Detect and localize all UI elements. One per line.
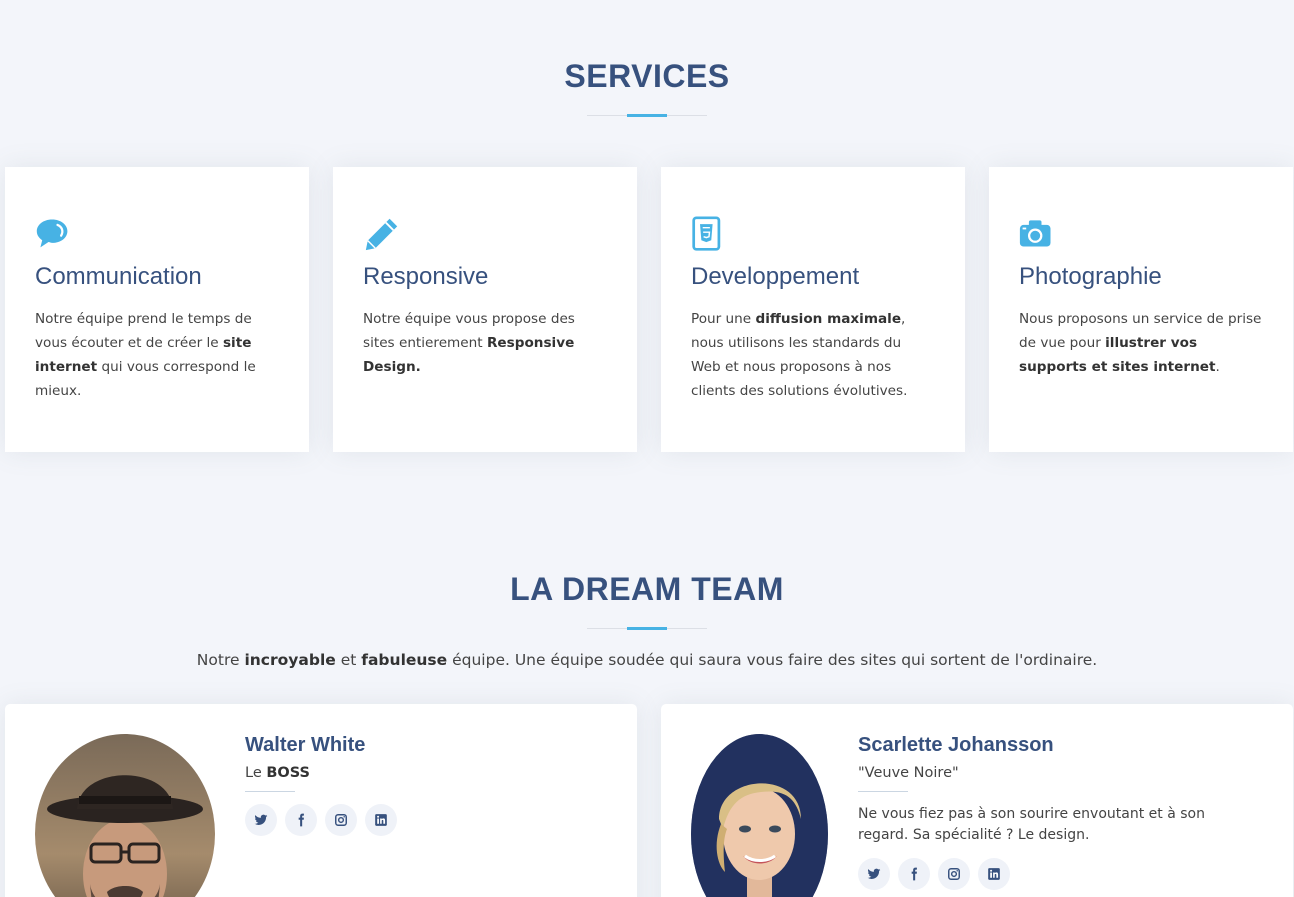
member-card-walter-white: Walter White Le BOSS xyxy=(5,704,637,897)
services-heading: SERVICES xyxy=(564,58,730,94)
team-heading: LA DREAM TEAM xyxy=(510,571,784,607)
service-card-communication: Communication Notre équipe prend le temp… xyxy=(5,167,309,452)
pencil-icon xyxy=(363,215,403,253)
service-description: Notre équipe prend le temps de vous écou… xyxy=(35,310,256,399)
facebook-link[interactable] xyxy=(285,804,317,836)
member-bio: Ne vous fiez pas à son sourire envoutant… xyxy=(858,806,1205,843)
service-title: Communication xyxy=(35,263,202,290)
service-card-developpement: Developpement Pour une diffusion maximal… xyxy=(661,167,965,452)
twitter-icon xyxy=(867,868,881,879)
service-description: Notre équipe vous propose des sites enti… xyxy=(363,310,575,375)
linkedin-link[interactable] xyxy=(365,804,397,836)
service-title: Developpement xyxy=(691,263,860,290)
team-divider xyxy=(587,627,707,630)
member-divider xyxy=(245,791,295,792)
services-divider xyxy=(587,114,707,117)
linkedin-icon xyxy=(375,814,387,826)
service-description: Nous proposons un service de prise de vu… xyxy=(1019,310,1262,375)
avatar xyxy=(691,734,828,897)
member-socials xyxy=(858,858,1258,890)
chat-bubble-icon xyxy=(35,215,75,253)
twitter-icon xyxy=(254,814,268,825)
service-card-responsive: Responsive Notre équipe vous propose des… xyxy=(333,167,637,452)
avatar xyxy=(35,734,215,897)
instagram-icon xyxy=(948,868,960,880)
facebook-link[interactable] xyxy=(898,858,930,890)
team-intro: Notre incroyable et fabuleuse équipe. Un… xyxy=(196,651,1098,669)
service-description: Pour une diffusion maximale, nous utilis… xyxy=(691,310,908,399)
facebook-icon xyxy=(911,867,917,881)
linkedin-icon xyxy=(988,868,1000,880)
member-name: Scarlette Johansson xyxy=(858,734,1054,756)
twitter-link[interactable] xyxy=(858,858,890,890)
html5-file-icon xyxy=(691,215,731,253)
member-info: Scarlette Johansson "Veuve Noire" Ne vou… xyxy=(858,734,1258,890)
member-card-scarlette-johansson: Scarlette Johansson "Veuve Noire" Ne vou… xyxy=(661,704,1293,897)
linkedin-link[interactable] xyxy=(978,858,1010,890)
twitter-link[interactable] xyxy=(245,804,277,836)
instagram-link[interactable] xyxy=(938,858,970,890)
service-title: Photographie xyxy=(1019,263,1162,290)
instagram-link[interactable] xyxy=(325,804,357,836)
member-name: Walter White xyxy=(245,734,366,756)
member-divider xyxy=(858,791,908,792)
service-card-photographie: Photographie Nous proposons un service d… xyxy=(989,167,1293,452)
facebook-icon xyxy=(298,813,304,827)
team-section-title: LA DREAM TEAM xyxy=(0,571,1294,630)
member-info: Walter White Le BOSS xyxy=(245,734,397,836)
services-section-title: SERVICES xyxy=(0,58,1294,117)
instagram-icon xyxy=(335,814,347,826)
member-role: "Veuve Noire" xyxy=(858,765,959,781)
member-role: Le BOSS xyxy=(245,765,310,781)
camera-icon xyxy=(1019,215,1059,253)
member-socials xyxy=(245,804,397,836)
service-title: Responsive xyxy=(363,263,489,290)
